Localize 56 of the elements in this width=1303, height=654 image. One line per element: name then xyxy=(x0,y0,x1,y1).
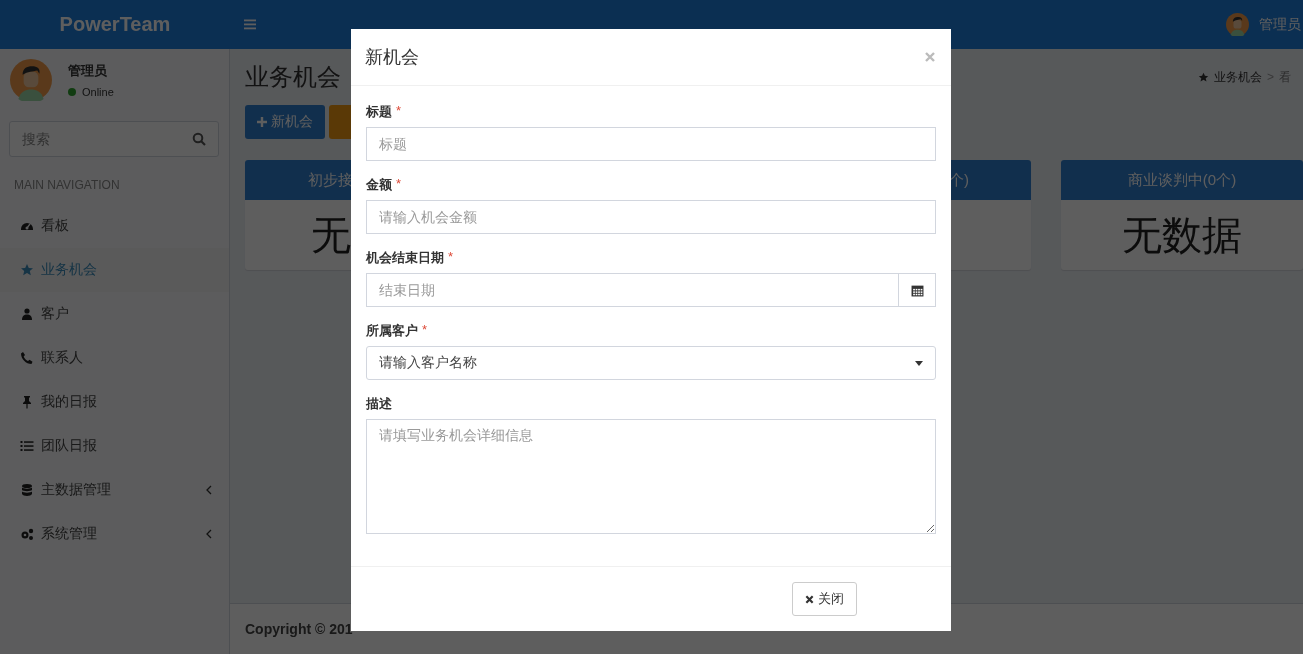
description-field[interactable]: 请填写业务机会详细信息 xyxy=(366,419,936,534)
user-icon xyxy=(20,307,34,321)
database-icon xyxy=(20,483,34,497)
user-name[interactable]: 管理员 xyxy=(1259,15,1301,34)
sidebar-item[interactable]: 客户 xyxy=(0,292,229,336)
modal-title: 新机会 xyxy=(365,46,419,69)
sidebar-item[interactable]: 主数据管理 xyxy=(0,468,229,512)
breadcrumb-item[interactable]: 业务机会 xyxy=(1214,68,1262,86)
logo[interactable]: PowerTeam xyxy=(0,13,230,36)
column-header: 商业谈判中(0个) xyxy=(1127,171,1237,188)
phone-icon xyxy=(20,351,34,365)
avatar-icon xyxy=(10,59,52,101)
menu-icon[interactable] xyxy=(244,19,256,30)
sidebar-item[interactable]: 我的日报 xyxy=(0,380,229,424)
date-field[interactable]: 结束日期 xyxy=(366,273,899,307)
empty-text: 无数据 xyxy=(1122,213,1242,257)
column-header: 个) xyxy=(949,171,969,188)
field-label: 描述 xyxy=(366,395,392,413)
star-icon xyxy=(20,263,34,277)
empty-text: 无 xyxy=(311,213,351,257)
new-opportunity-button[interactable]: 新机会 xyxy=(245,105,325,139)
pushpin-icon xyxy=(20,395,34,409)
required-asterisk: * xyxy=(448,249,454,266)
calendar-button[interactable] xyxy=(899,273,936,307)
input-field[interactable]: 请输入机会金额 xyxy=(366,200,936,234)
sidebar-item[interactable]: 看板 xyxy=(0,204,229,248)
calendar-icon xyxy=(910,283,924,297)
avatar-icon xyxy=(1226,13,1249,36)
caret-icon xyxy=(915,360,923,366)
status-text: Online xyxy=(82,86,114,98)
user-name: 管理员 xyxy=(68,62,108,80)
star-icon xyxy=(1198,71,1209,83)
customer-select[interactable]: 请输入客户名称 xyxy=(366,346,936,380)
close-icon xyxy=(805,594,814,604)
required-asterisk: * xyxy=(396,176,402,193)
page-title: 业务机会 xyxy=(245,62,341,92)
input-field[interactable]: 标题 xyxy=(366,127,936,161)
gears-icon xyxy=(20,527,34,541)
copyright-text: Copyright © 201 xyxy=(245,621,353,637)
list-icon xyxy=(20,439,34,453)
plus-icon xyxy=(257,117,267,127)
close-button[interactable]: 关闭 xyxy=(792,582,857,616)
sidebar-item[interactable]: 联系人 xyxy=(0,336,229,380)
sidebar-item[interactable]: 系统管理 xyxy=(0,512,229,556)
breadcrumb-separator: > xyxy=(1267,70,1274,84)
field-label: 所属客户 xyxy=(366,322,418,340)
online-status-dot xyxy=(68,88,76,96)
sidebar-item[interactable]: 团队日报 xyxy=(0,424,229,468)
field-label: 标题 xyxy=(366,103,392,121)
close-icon[interactable] xyxy=(925,52,935,62)
required-asterisk: * xyxy=(396,103,402,120)
search-icon[interactable] xyxy=(192,132,206,146)
field-label: 金额 xyxy=(366,176,392,194)
field-label: 机会结束日期 xyxy=(366,249,444,267)
required-asterisk: * xyxy=(422,322,428,339)
column-header: 初步接 xyxy=(308,171,353,188)
